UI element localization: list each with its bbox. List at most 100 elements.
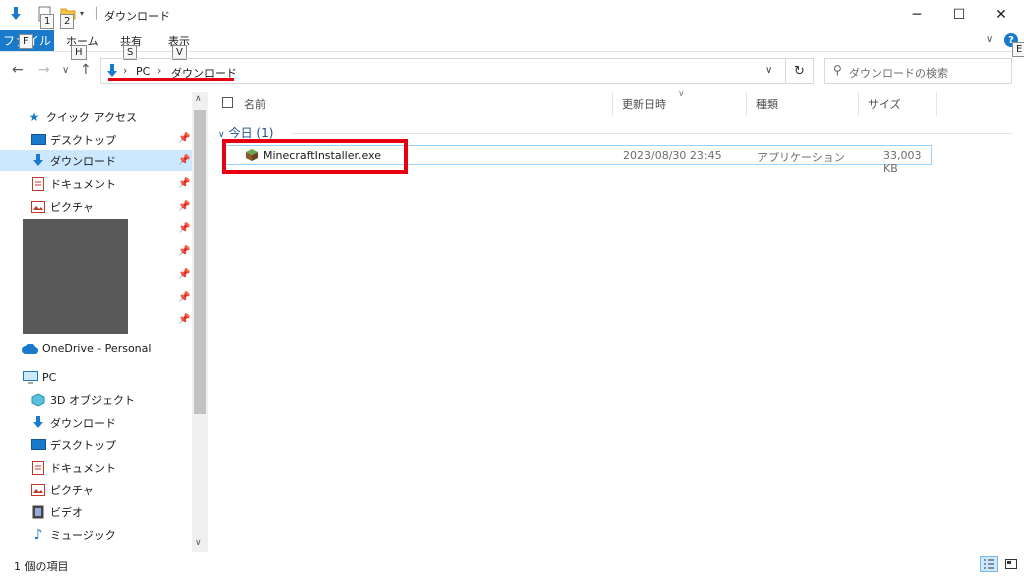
- sort-indicator-icon: ∨: [678, 89, 685, 99]
- back-arrow-icon[interactable]: ←: [12, 62, 24, 78]
- sidebar-item-onedrive[interactable]: OneDrive - Personal: [0, 338, 190, 359]
- column-header-name[interactable]: 名前: [244, 96, 266, 112]
- keytip-2: 2: [60, 14, 75, 29]
- window-title: ダウンロード: [104, 10, 170, 23]
- pin-icon[interactable]: 📌: [178, 223, 190, 234]
- sidebar-item-label: ミュージック: [50, 528, 116, 542]
- column-header-size[interactable]: サイズ: [868, 96, 901, 112]
- breadcrumb-pc[interactable]: PC: [136, 65, 150, 78]
- file-size: 33,003 KB: [883, 149, 922, 175]
- maximize-button[interactable]: ☐: [936, 0, 982, 30]
- sidebar-item-label: 3D オブジェクト: [50, 393, 135, 407]
- videos-icon: [30, 504, 46, 520]
- sidebar-item-documents[interactable]: ドキュメント: [0, 173, 190, 194]
- column-divider[interactable]: [746, 92, 747, 116]
- close-button[interactable]: ✕: [978, 0, 1024, 30]
- sidebar-item-pc-pictures[interactable]: ピクチャ: [0, 479, 190, 500]
- sidebar-item-desktop[interactable]: デスクトップ: [0, 129, 190, 150]
- minimize-button[interactable]: ─: [894, 0, 940, 30]
- sidebar-item-pictures[interactable]: ピクチャ: [0, 196, 190, 217]
- scroll-up-icon[interactable]: ∧: [195, 94, 202, 104]
- scroll-thumb[interactable]: [194, 110, 206, 414]
- search-box[interactable]: ⚲ ダウンロードの検索: [824, 58, 1012, 84]
- keytip-1: 1: [40, 14, 55, 29]
- download-icon: [30, 153, 46, 169]
- breadcrumb-chevron[interactable]: ›: [157, 64, 161, 77]
- item-count: 1 個の項目: [14, 560, 69, 573]
- column-divider[interactable]: [612, 92, 613, 116]
- computer-icon: [22, 370, 38, 386]
- pin-icon[interactable]: 📌: [178, 292, 190, 303]
- recent-locations-icon[interactable]: ∨: [62, 65, 69, 76]
- sidebar-item-label: ダウンロード: [50, 154, 116, 168]
- sidebar-item-pc-downloads[interactable]: ダウンロード: [0, 412, 190, 433]
- forward-arrow-icon[interactable]: →: [38, 62, 50, 78]
- expand-ribbon-icon[interactable]: ∨: [986, 34, 993, 45]
- sidebar-item-pc[interactable]: PC: [0, 367, 190, 388]
- sidebar-item-label: PC: [42, 371, 57, 384]
- sidebar-item-label: OneDrive - Personal: [42, 342, 152, 355]
- file-date: 2023/08/30 23:45: [623, 149, 722, 162]
- download-icon: [30, 415, 46, 431]
- navigation-row: ← → ∨ ↑ › PC › ダウンロード ∨ ↻ ⚲ ダウンロードの検索: [0, 56, 1024, 88]
- sidebar-item-label: クイック アクセス: [46, 110, 137, 124]
- sidebar-item-label: ピクチャ: [50, 200, 94, 214]
- pin-icon[interactable]: 📌: [178, 133, 190, 144]
- sidebar-item-pc-desktop[interactable]: デスクトップ: [0, 434, 190, 455]
- title-separator: │: [93, 7, 100, 20]
- sidebar-item-label: ピクチャ: [50, 483, 94, 497]
- sidebar-item-downloads[interactable]: ダウンロード: [0, 150, 192, 171]
- documents-icon: [30, 460, 46, 476]
- column-header-type[interactable]: 種類: [756, 96, 778, 112]
- 3d-objects-icon: [30, 392, 46, 408]
- keytip-help: E: [1012, 42, 1024, 57]
- pictures-icon: [30, 482, 46, 498]
- sidebar-item-pc-music[interactable]: ♪ ミュージック: [0, 524, 190, 545]
- pin-icon[interactable]: 📌: [178, 314, 190, 325]
- file-type: アプリケーション: [757, 151, 845, 164]
- ribbon-tabs: ファイル F ホーム H 共有 S 表示 V ∨ ? E: [0, 30, 1024, 60]
- desktop-icon: [30, 132, 46, 148]
- column-divider[interactable]: [858, 92, 859, 116]
- navigation-pane: ★ クイック アクセス デスクトップ 📌 ダウンロード 📌 ドキュメント 📌 ピ…: [0, 92, 208, 552]
- sidebar-item-label: ダウンロード: [50, 416, 116, 430]
- star-icon: ★: [28, 109, 40, 124]
- group-divider: [292, 133, 1012, 134]
- redacted-region: [23, 219, 128, 334]
- select-all-checkbox[interactable]: [222, 97, 233, 108]
- customize-quick-access-icon[interactable]: ▾: [80, 9, 84, 18]
- pin-icon[interactable]: 📌: [178, 178, 190, 189]
- sidebar-scrollbar[interactable]: ∧ ∨: [192, 92, 208, 552]
- keytip-file: F: [19, 34, 33, 49]
- sidebar-quick-access[interactable]: ★ クイック アクセス: [0, 106, 190, 127]
- pin-icon[interactable]: 📌: [178, 201, 190, 212]
- large-icons-view-icon[interactable]: [1002, 556, 1020, 572]
- refresh-icon: ↻: [794, 63, 805, 79]
- refresh-button[interactable]: ↻: [785, 58, 813, 84]
- search-placeholder: ダウンロードの検索: [849, 67, 948, 80]
- pin-icon[interactable]: 📌: [178, 155, 190, 166]
- group-label: 今日 (1): [228, 126, 274, 140]
- sidebar-item-label: ドキュメント: [50, 461, 116, 475]
- pin-icon[interactable]: 📌: [178, 269, 190, 280]
- pin-icon[interactable]: 📌: [178, 246, 190, 257]
- sidebar-item-label: デスクトップ: [50, 438, 116, 452]
- column-header-date[interactable]: 更新日時: [622, 96, 666, 112]
- address-dropdown-icon[interactable]: ∨: [765, 65, 772, 76]
- search-icon: ⚲: [833, 63, 842, 77]
- sidebar-item-pc-videos[interactable]: ビデオ: [0, 501, 190, 522]
- sidebar-item-label: デスクトップ: [50, 133, 116, 147]
- desktop-icon: [30, 437, 46, 453]
- title-bar: 1 2 ▾ │ ダウンロード ─ ☐ ✕: [0, 0, 1024, 30]
- column-divider[interactable]: [936, 92, 937, 116]
- download-folder-icon: [8, 6, 24, 25]
- scroll-down-icon[interactable]: ∨: [195, 538, 202, 548]
- sidebar-item-3d-objects[interactable]: 3D オブジェクト: [0, 389, 190, 410]
- address-annotation-underline: [108, 78, 234, 81]
- breadcrumb-chevron[interactable]: ›: [123, 64, 127, 77]
- documents-icon: [30, 176, 46, 192]
- sidebar-item-pc-documents[interactable]: ドキュメント: [0, 457, 190, 478]
- details-view-icon[interactable]: [980, 556, 998, 572]
- up-arrow-icon[interactable]: ↑: [80, 62, 92, 78]
- status-bar: 1 個の項目: [0, 552, 1024, 576]
